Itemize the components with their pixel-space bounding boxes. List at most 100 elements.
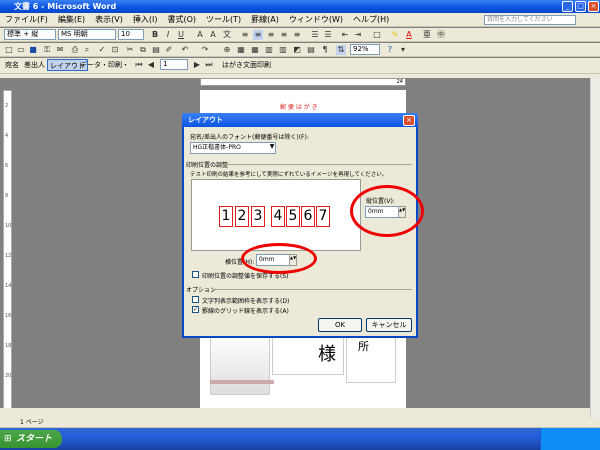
zip-digit: 4 [271,206,285,227]
zoom-select[interactable]: 92% [350,44,380,55]
bold-icon[interactable]: B [150,30,160,40]
help-icon[interactable]: ? [385,45,395,55]
distribute-icon[interactable]: ≡ [292,30,302,40]
highlight-ring-vertical [350,185,424,237]
outside-border-icon[interactable]: □ [372,30,382,40]
zip-digit: 5 [286,206,300,227]
menu-insert[interactable]: 挿入(I) [128,13,163,27]
address-button[interactable]: 宛名 [3,59,21,71]
show-hide-icon[interactable]: ¶ [320,45,330,55]
address-box [346,335,396,383]
option2-checkbox[interactable]: ✓ [192,306,199,313]
indent-decrease-icon[interactable]: ⇤ [340,30,350,40]
last-record-icon[interactable]: ⏭ [204,60,214,70]
help-search-input[interactable]: 質問を入力してください [484,15,576,25]
save-checkbox[interactable] [192,271,199,278]
char-scale-icon[interactable]: 文 [222,30,232,40]
postcard-print-button[interactable]: はがき文面印刷 [220,59,273,71]
option1-checkbox[interactable] [192,296,199,303]
research-icon[interactable]: ⊡ [110,45,120,55]
print-menu-button[interactable]: 印刷・ [106,59,131,71]
print-icon[interactable]: ⎙ [70,45,80,55]
next-record-icon[interactable]: ▶ [192,60,202,70]
menu-window[interactable]: ウィンドウ(W) [284,13,348,27]
formatting-toolbar: 標準 + 縦 MS 明朝 10 B I U A A 文 ≡ ≡ ≡ ≡ ≡ ☰ … [0,28,600,42]
menu-file[interactable]: ファイル(F) [0,13,53,27]
sender-button[interactable]: 差出人 [22,59,47,71]
mail-icon[interactable]: ✉ [55,45,65,55]
indent-increase-icon[interactable]: ⇥ [353,30,363,40]
hyperlink-icon[interactable]: ⊕ [222,45,232,55]
paste-icon[interactable]: ▤ [151,45,161,55]
numbering-icon[interactable]: ☰ [310,30,320,40]
bullets-icon[interactable]: ☰ [323,30,333,40]
dialog-close-button[interactable]: × [403,115,415,126]
cut-icon[interactable]: ✂ [125,45,135,55]
prev-record-icon[interactable]: ◀ [146,60,156,70]
page-count: 1 ページ [20,419,44,426]
page-header: 郵 便 は が き [280,104,318,111]
underline-icon[interactable]: U [176,30,186,40]
enclose-icon[interactable]: ㊥ [436,30,446,40]
menu-tools[interactable]: ツール(T) [201,13,246,27]
align-top-icon[interactable]: ≡ [240,30,250,40]
style-select[interactable]: 標準 + 縦 [4,29,56,40]
vruler-num: 12 [5,253,12,259]
preview-icon[interactable]: ⌕ [82,45,92,55]
font-color-icon[interactable]: A [404,30,414,40]
insert-table-icon[interactable]: ▦ [250,45,260,55]
columns-icon[interactable]: ▥ [278,45,288,55]
vruler-num: 4 [5,133,9,139]
vertical-ruler[interactable]: 2 4 6 8 10 12 14 16 18 20 [3,90,12,410]
horizontal-scrollbar[interactable] [0,408,590,418]
redo-icon[interactable]: ↷ [200,45,210,55]
menu-edit[interactable]: 編集(E) [53,13,90,27]
highlight-icon[interactable]: ✎ [390,30,400,40]
vruler-num: 20 [5,373,12,379]
format-painter-icon[interactable]: ✐ [164,45,174,55]
divider [212,289,412,290]
spelling-icon[interactable]: ✓ [97,45,107,55]
char-border-icon[interactable]: A [195,30,205,40]
menu-view[interactable]: 表示(V) [90,13,128,27]
doc-map-icon[interactable]: ▤ [306,45,316,55]
open-icon[interactable]: ▭ [16,45,26,55]
size-select[interactable]: 10 [118,29,144,40]
menu-help[interactable]: ヘルプ(H) [348,13,394,27]
undo-icon[interactable]: ↶ [180,45,190,55]
permission-icon[interactable]: ⚿ [42,45,52,55]
font-select[interactable]: MS 明朝 [58,29,116,40]
menu-format[interactable]: 書式(O) [162,13,201,27]
phonetic-icon[interactable]: 亜 [422,30,432,40]
chevron-down-icon[interactable]: ▼ [268,143,276,153]
drawing-icon[interactable]: ◩ [292,45,302,55]
read-icon[interactable]: ▾ [398,45,408,55]
italic-icon[interactable]: I [163,30,173,40]
vruler-num: 18 [5,343,12,349]
new-doc-icon[interactable]: □ [4,45,14,55]
font-select[interactable]: HG正楷書体-PRO [190,142,276,154]
first-record-icon[interactable]: ⏮ [134,60,144,70]
maximize-button[interactable]: □ [575,1,586,12]
horizontal-ruler[interactable]: 24 [200,78,406,86]
align-center-icon[interactable]: ≡ [253,30,263,40]
ruler-value: 24 [396,79,403,85]
text-direction-icon[interactable]: ⇅ [336,45,346,55]
close-button[interactable]: × [588,1,599,12]
save-icon[interactable]: ■ [28,45,38,55]
copy-icon[interactable]: ⧉ [138,45,148,55]
vertical-scrollbar[interactable] [590,78,600,418]
record-number-input[interactable]: 1 [160,59,188,70]
zip-digit: 3 [251,206,265,227]
align-bottom-icon[interactable]: ≡ [266,30,276,40]
tables-borders-icon[interactable]: ▦ [236,45,246,55]
ok-button[interactable]: OK [318,318,362,332]
minimize-button[interactable]: _ [562,1,573,12]
menu-table[interactable]: 罫線(A) [246,13,284,27]
zip-digit: 7 [316,206,330,227]
option1-label: 文字列表示範囲枠を表示する(D) [202,298,290,305]
insert-excel-icon[interactable]: ▥ [264,45,274,55]
char-shade-icon[interactable]: A [208,30,218,40]
cancel-button[interactable]: キャンセル [366,318,412,332]
justify-icon[interactable]: ≡ [279,30,289,40]
